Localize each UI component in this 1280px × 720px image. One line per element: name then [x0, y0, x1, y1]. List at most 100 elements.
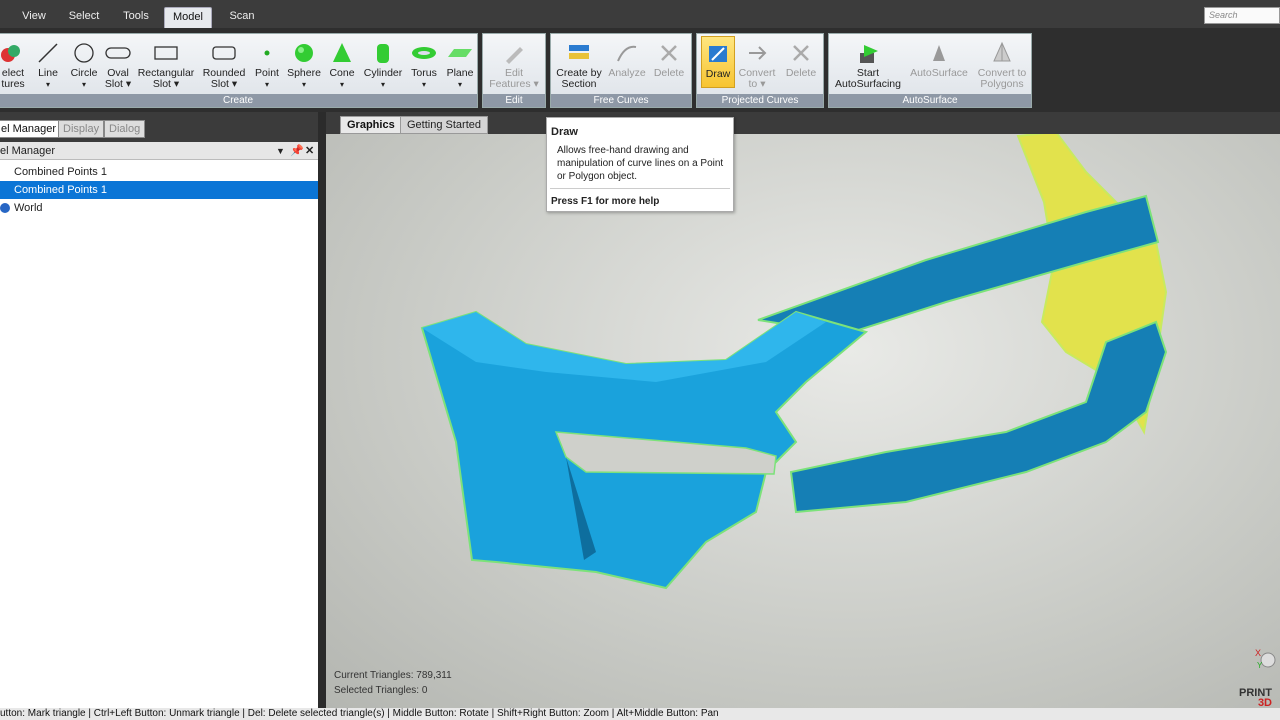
- cone-button[interactable]: Cone ▾: [325, 36, 359, 94]
- button-label: Point: [255, 67, 279, 79]
- polygon-icon: [993, 41, 1011, 62]
- group-label-create: Create: [0, 94, 477, 107]
- world-globe-icon: [0, 203, 10, 213]
- tab-graphics[interactable]: Graphics: [340, 116, 402, 134]
- dropdown-arrow: ▾: [457, 80, 462, 89]
- search-input[interactable]: Search: [1204, 7, 1280, 24]
- rectangular-slot-button[interactable]: Rectangular Slot ▾: [137, 36, 195, 94]
- cylinder-icon: [377, 44, 389, 63]
- oval-slot-button[interactable]: Oval Slot ▾: [101, 36, 135, 94]
- tab-model[interactable]: Model: [164, 7, 212, 28]
- tab-view[interactable]: View: [20, 7, 48, 28]
- button-label: Features ▾: [489, 78, 539, 90]
- status-bar: utton: Mark triangle | Ctrl+Left Button:…: [0, 708, 1280, 720]
- edit-features-icon: [506, 47, 523, 64]
- print3d-logo: PRINT 3D: [1226, 688, 1272, 709]
- convert-to-button[interactable]: Convert to ▾: [737, 36, 777, 94]
- delete-projected-curve-button[interactable]: Delete: [781, 36, 821, 94]
- sphere-button[interactable]: Sphere ▾: [285, 36, 323, 94]
- delete-free-curve-button[interactable]: Delete: [649, 36, 689, 94]
- dropdown-arrow: ▾: [45, 80, 50, 89]
- viewport-tabs: Graphics Getting Started: [326, 112, 1280, 134]
- button-label: Delete: [653, 67, 685, 79]
- button-label: Analyze: [608, 67, 646, 79]
- draw-tooltip: Draw Allows free-hand drawing and manipu…: [546, 117, 734, 212]
- button-label: Section: [561, 78, 597, 90]
- line-button[interactable]: Line ▾: [31, 36, 65, 94]
- tree-item-selected[interactable]: Combined Points 1: [0, 181, 318, 199]
- panel-splitter[interactable]: [318, 112, 326, 708]
- button-label: Cone: [329, 67, 355, 79]
- convert-to-polygons-button[interactable]: Convert to Polygons: [973, 36, 1031, 94]
- axis-triad-icon[interactable]: X Y: [1255, 646, 1277, 672]
- panel-header: el Manager ▼ 📌 ✕: [0, 142, 322, 160]
- circle-button[interactable]: Circle ▾: [67, 36, 101, 94]
- ribbon-group-free-curves: Create by Section Analyze Delete Free Cur…: [550, 33, 692, 108]
- autosurface-button[interactable]: AutoSurface: [907, 36, 971, 94]
- dropdown-arrow: ▾: [301, 80, 306, 89]
- group-label-free-curves: Free Curves: [551, 94, 691, 107]
- ribbon-group-autosurface: Start AutoSurfacing AutoSurface Convert t…: [828, 33, 1032, 108]
- tree-item[interactable]: Combined Points 1: [0, 163, 318, 181]
- plane-icon: [448, 49, 472, 57]
- selected-triangles-count: Selected Triangles: 0: [334, 685, 428, 696]
- dropdown-arrow: ▾: [339, 80, 344, 89]
- dropdown-arrow: ▾: [81, 80, 86, 89]
- dropdown-arrow: ▾: [264, 80, 269, 89]
- panel-title: el Manager: [0, 145, 56, 157]
- rounded-rectangle-icon: [212, 46, 236, 60]
- tab-select[interactable]: Select: [66, 7, 102, 28]
- dropdown-arrow: ▾: [380, 80, 385, 89]
- tab-dialog[interactable]: Dialog: [104, 120, 146, 138]
- tab-model-manager[interactable]: el Manager: [0, 120, 62, 138]
- draw-pencil-icon: [709, 46, 727, 62]
- ribbon-group-projected-curves: Draw Convert to ▾ Delete Projected Curves: [696, 33, 824, 108]
- tab-display[interactable]: Display: [58, 120, 105, 138]
- tree-item-label: World: [14, 202, 43, 214]
- create-by-section-button[interactable]: Create by Section: [553, 36, 605, 94]
- graphics-viewport[interactable]: Graphics Getting Started: [326, 112, 1280, 708]
- button-label: Sphere: [287, 67, 321, 79]
- edit-features-button[interactable]: Edit Features ▾: [485, 36, 543, 94]
- select-features-icon: [1, 45, 20, 62]
- analyze-button[interactable]: Analyze: [607, 36, 647, 94]
- panel-tabs: el Manager Display Dialog: [0, 112, 322, 142]
- plane-button[interactable]: Plane ▾: [443, 36, 477, 94]
- oval-slot-icon: [105, 47, 131, 59]
- tree-item[interactable]: World: [0, 199, 318, 217]
- bumper-model-3d[interactable]: [326, 112, 1280, 708]
- button-label: Plane: [446, 67, 474, 79]
- tooltip-body: Allows free-hand drawing and manipulatio…: [557, 145, 724, 182]
- rectangle-icon: [154, 46, 178, 60]
- tab-getting-started[interactable]: Getting Started: [400, 116, 488, 134]
- current-triangles-count: Current Triangles: 789,311: [334, 670, 452, 681]
- cylinder-button[interactable]: Cylinder ▾: [361, 36, 405, 94]
- button-label: Line: [38, 67, 58, 79]
- tab-scan[interactable]: Scan: [228, 7, 256, 28]
- start-autosurfacing-button[interactable]: Start AutoSurfacing: [833, 36, 903, 94]
- group-label-autosurface: AutoSurface: [829, 94, 1031, 107]
- pin-icon[interactable]: 📌: [290, 142, 304, 160]
- dropdown-arrow: ▾: [421, 80, 426, 89]
- app-window: View Select Tools Model Scan Search elec…: [0, 0, 1280, 720]
- tooltip-help: Press F1 for more help: [551, 196, 660, 207]
- chevron-down-icon[interactable]: ▼: [276, 142, 285, 160]
- button-label: Slot ▾: [210, 78, 238, 90]
- svg-text:X: X: [1255, 648, 1261, 658]
- tab-tools[interactable]: Tools: [120, 7, 152, 28]
- button-label: Draw: [705, 68, 731, 80]
- rounded-slot-button[interactable]: Rounded Slot ▾: [199, 36, 249, 94]
- button-label: Slot ▾: [152, 78, 180, 90]
- button-label: Slot ▾: [104, 78, 132, 90]
- draw-button[interactable]: Draw: [701, 36, 735, 88]
- ribbon-group-edit: Edit Features ▾ Edit: [482, 33, 546, 108]
- tooltip-title: Draw: [551, 126, 578, 138]
- delete-icon: [793, 45, 809, 61]
- start-arrow-icon: [860, 45, 878, 63]
- point-button[interactable]: Point ▾: [251, 36, 283, 94]
- select-features-button[interactable]: elect tures: [0, 36, 27, 94]
- tree-item-label: Combined Points 1: [14, 166, 107, 178]
- torus-button[interactable]: Torus ▾: [407, 36, 441, 94]
- close-icon[interactable]: ✕: [305, 142, 314, 160]
- point-icon: [264, 50, 270, 56]
